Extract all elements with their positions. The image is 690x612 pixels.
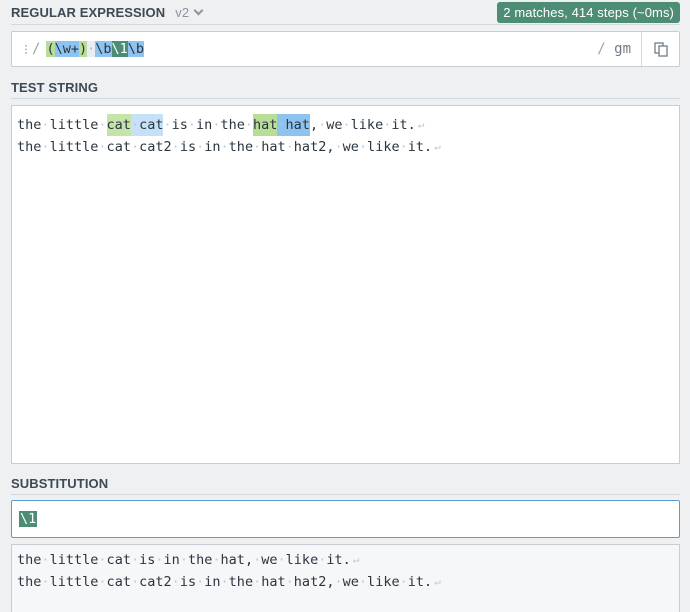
clipboard-icon	[653, 41, 668, 57]
line-end-icon: ↵	[434, 140, 441, 153]
regex-token-word: \w+	[54, 41, 79, 57]
divider	[11, 98, 680, 99]
regex-open-delimiter: /	[32, 41, 41, 57]
version-label: v2	[175, 4, 190, 20]
copy-button[interactable]	[641, 32, 679, 66]
regex-section-title: REGULAR EXPRESSION	[11, 4, 166, 20]
substitution-title: SUBSTITUTION	[11, 475, 109, 491]
text-segment: the·little·cat·is·in·the·hat,·we·like·it…	[17, 552, 351, 568]
substitution-value: \1	[19, 511, 38, 527]
line-end-icon: ↵	[417, 118, 425, 131]
test-line-2: the·little·cat·cat2·is·in·the·hat·hat2,·…	[17, 136, 674, 158]
regex-token-boundary: \b	[127, 41, 145, 57]
regex-section-header: REGULAR EXPRESSION v2 2 matches, 414 ste…	[11, 1, 680, 23]
drag-handle-icon[interactable]	[24, 43, 28, 55]
match-info-badge: 2 matches, 414 steps (~0ms)	[497, 1, 680, 23]
regex-pattern[interactable]: (\w+) · \b \1 \b	[46, 41, 145, 57]
line-end-icon: ↵	[434, 575, 441, 588]
test-string-title: TEST STRING	[11, 79, 99, 95]
match-highlight: hat	[253, 114, 278, 136]
test-string-header: TEST STRING	[11, 78, 680, 96]
substitution-header: SUBSTITUTION	[11, 474, 680, 492]
match-highlight: ·	[130, 114, 140, 136]
match-highlight: cat	[106, 114, 131, 136]
regex-token-space: ·	[87, 41, 96, 57]
regex-input[interactable]: / (\w+) · \b \1 \b / gm	[11, 31, 680, 67]
regex-token-backref: \1	[111, 41, 128, 57]
regex-token-close-paren: )	[78, 41, 88, 57]
flags-value: gm	[614, 41, 631, 57]
text-segment: the·little·	[17, 117, 107, 133]
substitution-result: the·little·cat·is·in·the·hat,·we·like·it…	[11, 544, 680, 612]
regex-close-delimiter: /	[597, 41, 606, 57]
chevron-down-icon	[193, 5, 204, 15]
match-highlight: cat	[139, 114, 164, 136]
test-string-editor[interactable]: the·little· cat · cat ·is·in·the· hat · hat ,·we…	[11, 105, 680, 464]
substitution-input[interactable]: \1	[11, 500, 680, 538]
version-selector[interactable]: v2	[175, 4, 204, 20]
regex-token-open-paren: (	[46, 41, 55, 57]
line-end-icon: ↵	[352, 553, 360, 566]
result-line-2: the·little·cat·cat2·is·in·the·hat·hat2,·…	[17, 571, 674, 593]
test-line-1: the·little· cat · cat ·is·in·the· hat · hat ,·we…	[17, 114, 674, 136]
text-segment: ,·we·like·it.	[309, 117, 416, 133]
match-highlight: ·	[277, 114, 286, 136]
text-segment: the·little·cat·cat2·is·in·the·hat·hat2,·…	[17, 574, 433, 590]
result-line-1: the·little·cat·is·in·the·hat,·we·like·it…	[17, 549, 674, 571]
text-segment: ·is·in·the·	[163, 117, 254, 133]
text-segment: the·little·cat·cat2·is·in·the·hat·hat2,·…	[17, 139, 433, 155]
regex-flags[interactable]: / gm	[597, 41, 631, 57]
divider	[11, 494, 680, 495]
regex-token-boundary: \b	[95, 41, 112, 57]
match-highlight: hat	[285, 114, 310, 136]
divider	[11, 24, 680, 25]
